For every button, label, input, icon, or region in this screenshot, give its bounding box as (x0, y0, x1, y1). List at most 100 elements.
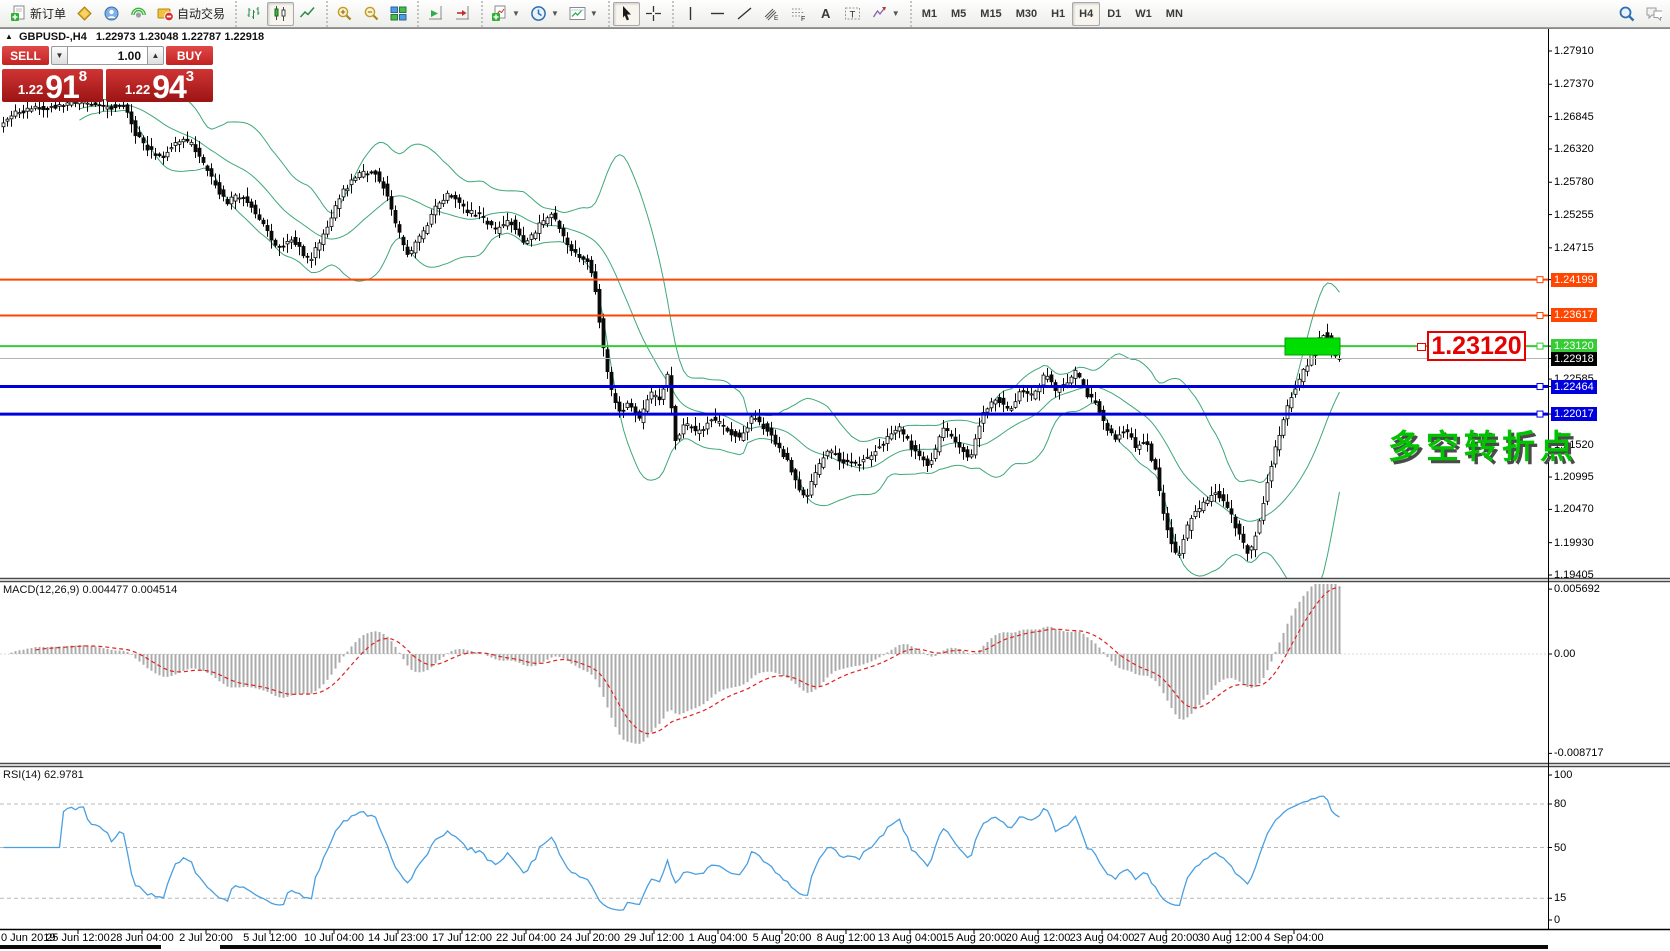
text-label-icon: T (844, 5, 861, 22)
dropdown-caret-icon: ▼ (892, 9, 900, 18)
line-chart-button[interactable] (294, 2, 321, 26)
macd-pane (0, 584, 1548, 744)
cursor-button[interactable] (613, 2, 640, 26)
line-anchor-node (1537, 277, 1543, 283)
trendline-icon (736, 5, 753, 22)
fibonacci-button[interactable]: F (785, 2, 812, 26)
sell-price-small: 1.22 (18, 80, 43, 100)
toolbar: 新订单 自动交易 ▼ ▼ ▼ EFAT ▼ M1M5M15M30H1H4D1W1MN (0, 0, 1670, 28)
svg-text:A: A (821, 6, 831, 21)
timeframe-m15[interactable]: M15 (973, 2, 1008, 26)
volume-input[interactable] (68, 46, 147, 65)
zoom-in-icon (336, 5, 353, 22)
rsi-indicator-label: RSI(14) 62.9781 (3, 769, 84, 781)
timeframe-m30[interactable]: M30 (1009, 2, 1044, 26)
mt4-window: 新订单 自动交易 ▼ ▼ ▼ EFAT ▼ M1M5M15M30H1H4D1W1MN ▲ GB… (0, 0, 1670, 951)
ohlc-values: 1.22973 1.23048 1.22787 1.22918 (96, 31, 264, 43)
chart-window-icon[interactable] (71, 2, 98, 26)
templates-button[interactable]: ▼ (564, 2, 603, 26)
timeframe-h4[interactable]: H4 (1072, 2, 1100, 26)
sell-quote-button[interactable]: 1.22 91 8 (2, 69, 103, 102)
line-anchor-node (1537, 343, 1543, 349)
bollinger-upper-band (80, 81, 1340, 482)
periods-button[interactable]: ▼ (525, 2, 564, 26)
dropdown-caret-icon: ▼ (590, 9, 598, 18)
symbol-title: GBPUSD-,H4 (19, 31, 87, 43)
zoom-out-button[interactable] (358, 2, 385, 26)
timeframe-h1[interactable]: H1 (1044, 2, 1072, 26)
signal-icon-icon (130, 5, 147, 22)
h-scrollbar-segment[interactable] (0, 945, 161, 949)
buy-price-small: 1.22 (125, 80, 150, 100)
new-order-button[interactable]: 新订单 (5, 2, 71, 26)
timeframe-mn[interactable]: MN (1159, 2, 1190, 26)
collapse-triangle-icon[interactable]: ▲ (5, 32, 13, 41)
text-button[interactable]: A (812, 2, 839, 26)
horizontal-line-button[interactable] (704, 2, 731, 26)
tile-windows-button[interactable] (385, 2, 412, 26)
timeframe-m5[interactable]: M5 (944, 2, 973, 26)
candle-chart-button[interactable] (267, 2, 294, 26)
main-price-pane (0, 81, 1548, 597)
rsi-axis-label: 80 (1554, 797, 1566, 811)
line-anchor-node (1537, 411, 1543, 417)
crosshair-button[interactable] (640, 2, 667, 26)
rsi-axis-label: 50 (1554, 841, 1566, 855)
chart-symbol-header: ▲ GBPUSD-,H4 1.22973 1.23048 1.22787 1.2… (5, 31, 264, 43)
timeframe-d1[interactable]: D1 (1100, 2, 1128, 26)
time-axis: 0 Jun 201925 Jun 12:0028 Jun 04:002 Jul … (0, 932, 1670, 945)
equidistant-channel-button[interactable]: E (758, 2, 785, 26)
equidistant-channel-icon: E (763, 5, 780, 22)
level-price-label: 1.23617 (1551, 308, 1597, 322)
arrows-button[interactable]: ▼ (866, 2, 905, 26)
auto-scroll-button[interactable] (422, 2, 449, 26)
volume-increase-button[interactable]: ▲ (147, 46, 164, 65)
bar-chart-button[interactable] (240, 2, 267, 26)
trendline-button[interactable] (731, 2, 758, 26)
text-icon: A (817, 5, 834, 22)
text-label-button[interactable]: T (839, 2, 866, 26)
buy-quote-button[interactable]: 1.22 94 3 (106, 69, 213, 102)
one-click-trading-panel: SELL ▼ ▲ BUY 1.22 91 8 1.22 94 3 (2, 46, 213, 102)
bollinger-lower-band (80, 110, 1340, 597)
indicators-button[interactable]: ▼ (486, 2, 525, 26)
toolbar-group (326, 1, 415, 27)
price-axis-tick-label: 1.19405 (1554, 568, 1594, 582)
chart-window-icon-icon (76, 5, 93, 22)
candle-chart-icon (272, 5, 289, 22)
level-price-label: 1.22017 (1551, 407, 1597, 421)
price-axis-tick-label: 1.26320 (1554, 142, 1594, 156)
profile-icon[interactable] (98, 2, 125, 26)
h-scrollbar-segment[interactable] (220, 945, 1548, 949)
toolbar-button-label: 自动交易 (177, 5, 225, 22)
timeframe-w1[interactable]: W1 (1128, 2, 1159, 26)
volume-decrease-button[interactable]: ▼ (51, 46, 68, 65)
macd-axis-label: 0.00 (1554, 647, 1575, 661)
toolbar-group: EFAT ▼ (672, 1, 908, 27)
periods-icon (530, 5, 547, 22)
price-tag-anchor (1417, 343, 1426, 351)
price-axis-tick-label: 1.24715 (1554, 241, 1594, 255)
fibonacci-icon: F (790, 5, 807, 22)
cursor-icon (618, 5, 635, 22)
auto-trading-button[interactable]: 自动交易 (152, 2, 230, 26)
signal-icon[interactable] (125, 2, 152, 26)
toolbar-right (1618, 5, 1670, 22)
chart-shift-button[interactable] (449, 2, 476, 26)
sell-button[interactable]: SELL (2, 46, 49, 65)
macd-histogram (12, 584, 1340, 744)
zoom-out-icon (363, 5, 380, 22)
price-tag-label: 1.23120 (1427, 331, 1526, 361)
toolbar-group: ▼ ▼ ▼ (481, 1, 606, 27)
price-axis-tick-label: 1.20470 (1554, 502, 1594, 516)
dropdown-caret-icon: ▼ (512, 9, 520, 18)
search-icon[interactable] (1618, 5, 1635, 22)
vertical-line-button[interactable] (677, 2, 704, 26)
toolbar-group (608, 1, 670, 27)
highlight-rectangle[interactable] (1285, 338, 1340, 355)
chat-icon[interactable] (1645, 5, 1662, 22)
chart-canvas[interactable] (0, 28, 1670, 951)
buy-button[interactable]: BUY (166, 46, 213, 65)
timeframe-m1[interactable]: M1 (915, 2, 944, 26)
zoom-in-button[interactable] (331, 2, 358, 26)
